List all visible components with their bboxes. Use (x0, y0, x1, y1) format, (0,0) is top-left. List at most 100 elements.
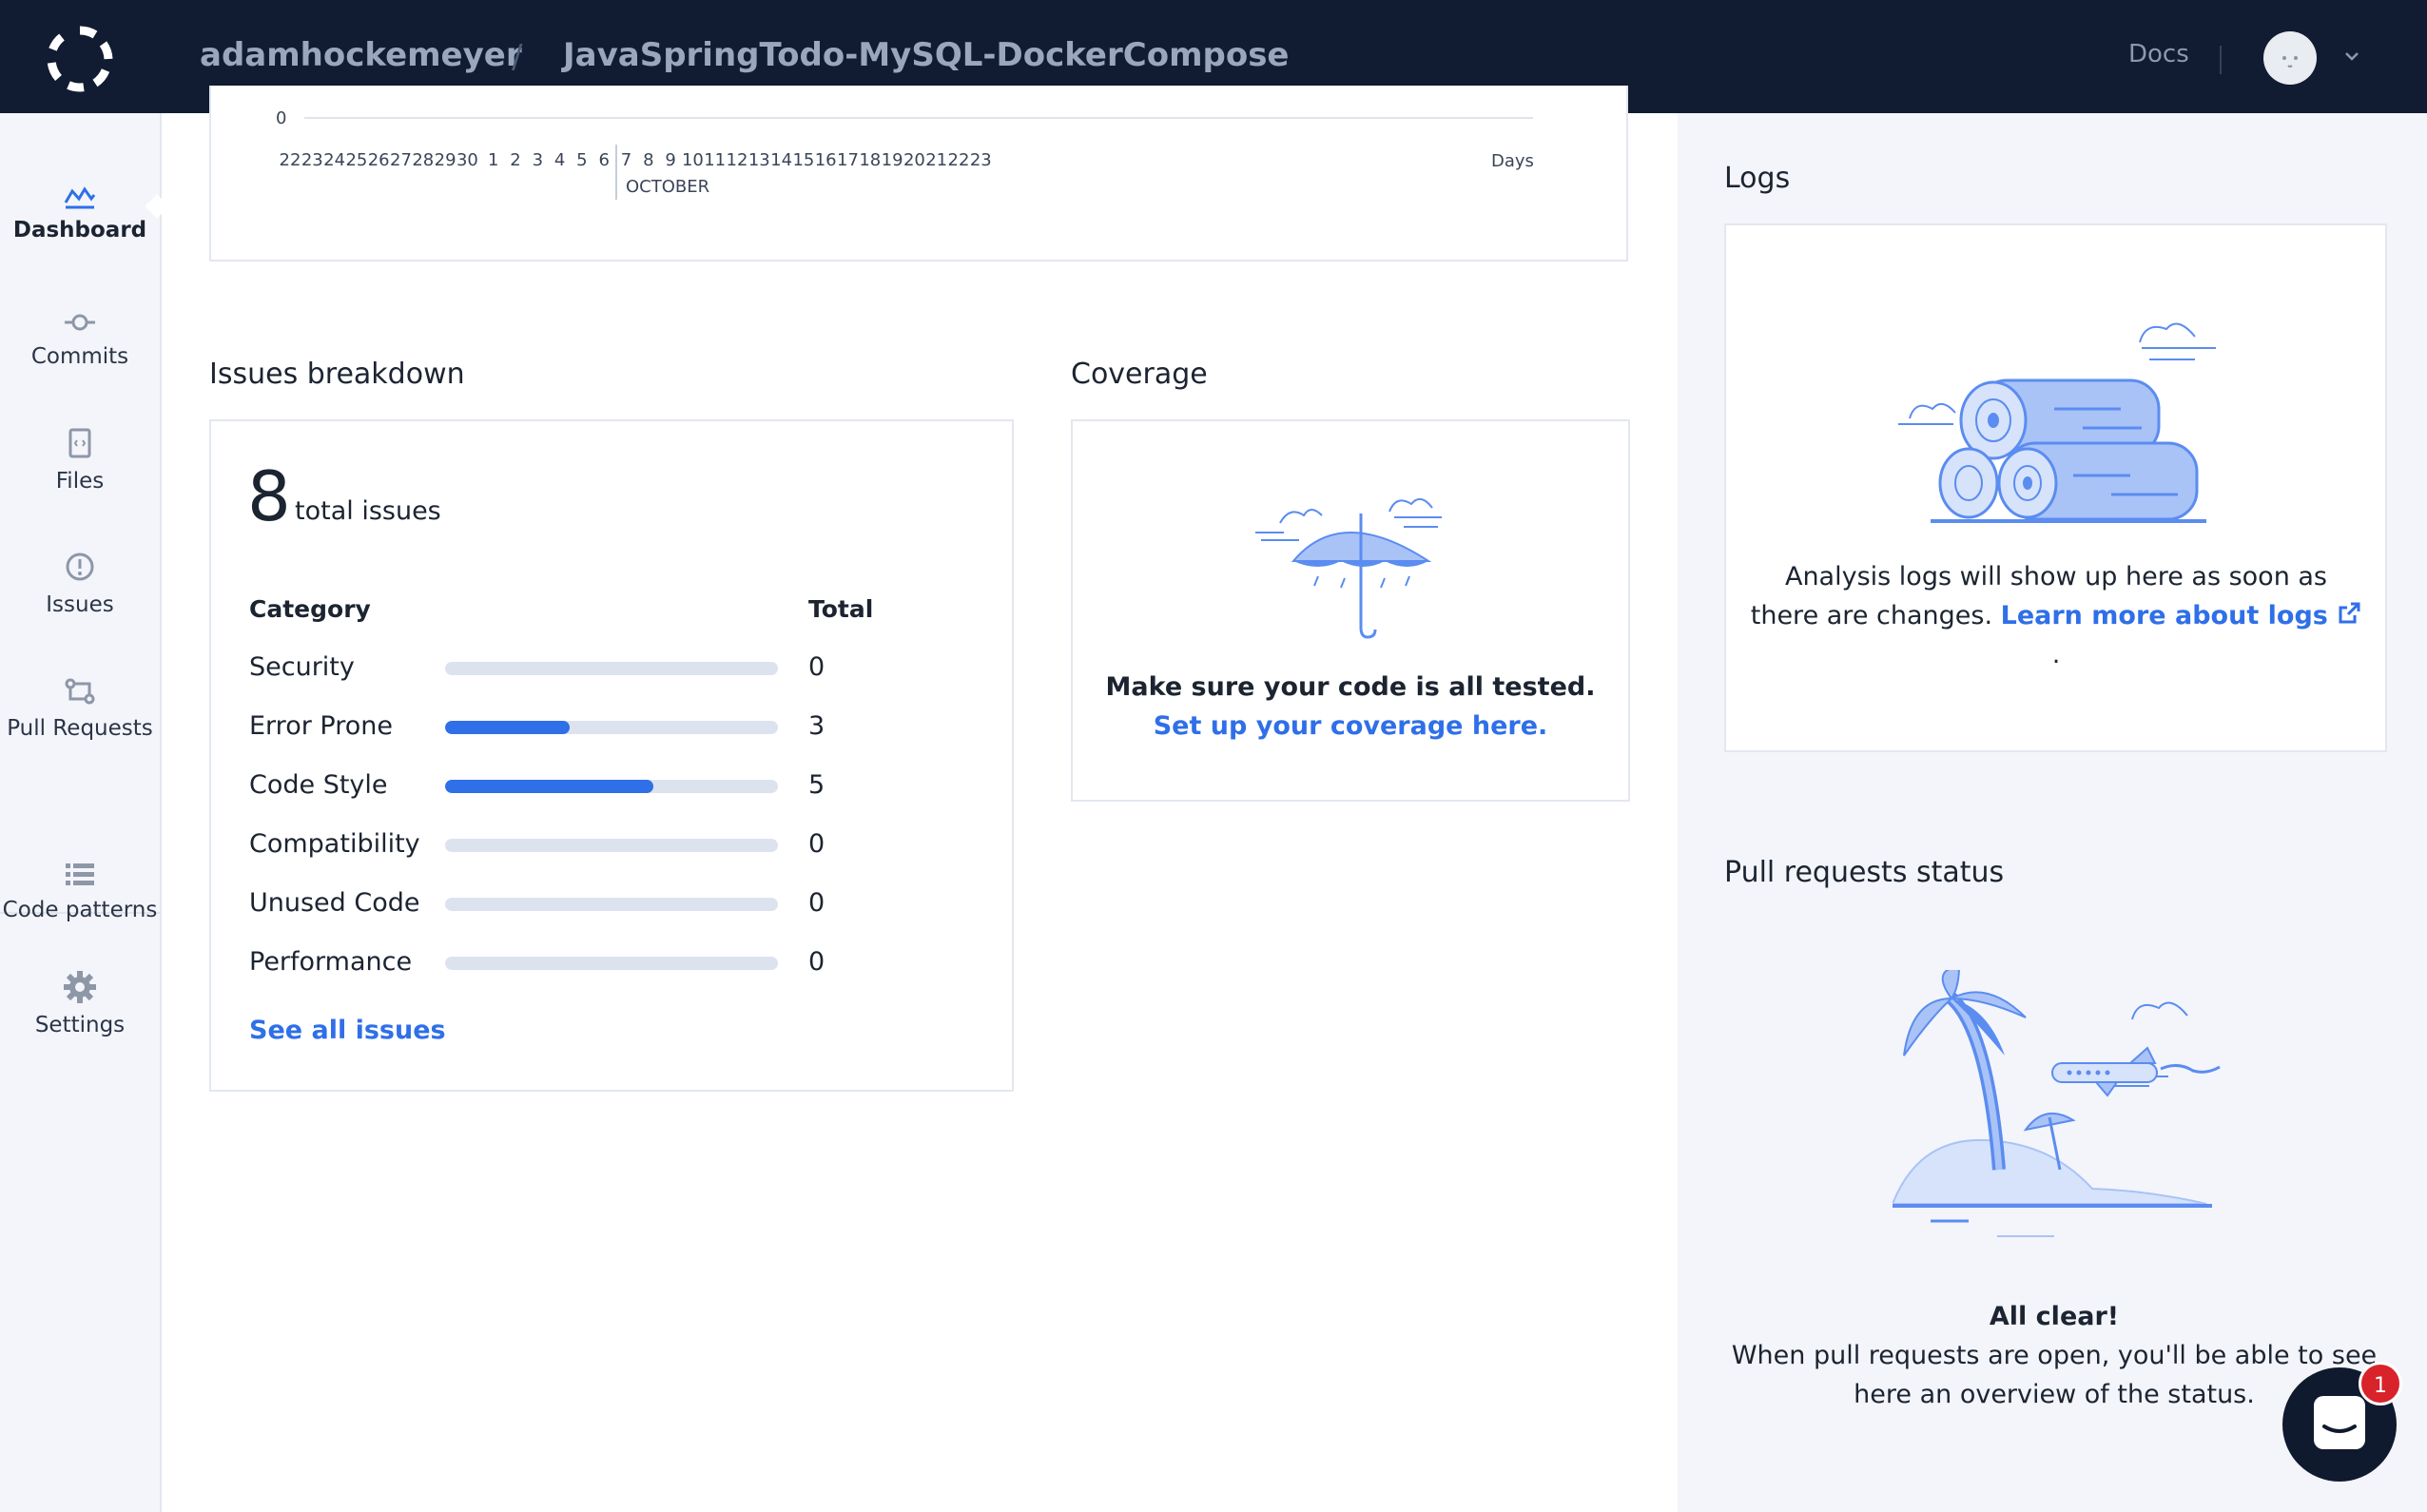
umbrella-icon (1255, 497, 1442, 639)
issue-category-label: Unused Code (249, 888, 420, 918)
issue-total-value: 0 (808, 947, 825, 977)
external-link-icon (2339, 602, 2360, 624)
issue-category-label: Performance (249, 947, 413, 977)
day-tick-label: 18 (859, 150, 881, 170)
day-tick-label: 23 (301, 150, 323, 170)
sidebar-item-pull-requests[interactable]: Pull Requests (0, 674, 160, 741)
sidebar-item-label: Files (55, 469, 105, 494)
pull-requests-section-title: Pull requests status (1724, 856, 2005, 889)
sidebar-item-label: Code patterns (2, 898, 158, 922)
sidebar: Dashboard Commits Files Issues Pull Requ… (0, 113, 162, 1512)
issue-progress-fill (445, 721, 571, 734)
axis-zero-label: 0 (276, 108, 286, 128)
day-tick-label: 9 (665, 150, 675, 170)
day-tick-label: 2 (510, 150, 520, 170)
see-all-issues-link[interactable]: See all issues (249, 1016, 446, 1045)
issue-progress-bar (445, 898, 778, 911)
day-tick-label: 20 (903, 150, 925, 170)
breadcrumb-repo[interactable]: JavaSpringTodo-MySQL-DockerCompose (563, 36, 1290, 74)
sidebar-item-label: Pull Requests (7, 716, 153, 741)
avatar-face-icon (2282, 56, 2298, 68)
total-column-header: Total (808, 595, 874, 623)
coverage-setup-link[interactable]: Set up your coverage here. (1154, 711, 1548, 741)
day-tick-label: 19 (882, 150, 903, 170)
sidebar-item-label: Dashboard (12, 218, 147, 242)
day-tick-label: 3 (533, 150, 543, 170)
day-tick-label: 22 (280, 150, 301, 170)
issue-category-label: Security (249, 652, 355, 682)
chat-notification-badge: 1 (2359, 1362, 2402, 1405)
pull-requests-title: All clear! (1989, 1302, 2120, 1331)
day-tick-label: 30 (456, 150, 478, 170)
day-tick-label: 17 (837, 150, 859, 170)
day-tick-label: 14 (770, 150, 792, 170)
coverage-message-block: Make sure your code is all tested. Set u… (1094, 668, 1607, 746)
pull-requests-message-block: All clear! When pull requests are open, … (1731, 1297, 2378, 1414)
day-tick-label: 13 (748, 150, 770, 170)
issue-progress-bar (445, 957, 778, 970)
logs-trailing-period: . (2051, 640, 2061, 669)
topbar-divider (2220, 46, 2222, 74)
sidebar-item-issues[interactable]: Issues (0, 551, 160, 617)
issue-total-value: 0 (808, 888, 825, 918)
logs-learn-more-link[interactable]: Learn more about logs (2001, 601, 2362, 630)
day-tick-label: 10 (682, 150, 704, 170)
issue-category-label: Error Prone (249, 711, 393, 741)
sidebar-item-commits[interactable]: Commits (0, 308, 160, 369)
day-tick-label: 16 (815, 150, 837, 170)
avatar[interactable] (2263, 31, 2317, 85)
issue-total-value: 5 (808, 770, 825, 800)
issue-category-label: Compatibility (249, 829, 420, 859)
category-column-header: Category (249, 595, 371, 623)
issue-category-label: Code Style (249, 770, 388, 800)
days-label: Days (1491, 151, 1534, 171)
logs-link-label: Learn more about logs (2000, 601, 2328, 630)
activity-chart: 0 22 23 24 25 26 27 28 29 30 1 2 3 4 5 6 7 8 9 10 11 12 13 14 1… (276, 108, 1534, 200)
logs-message-block: Analysis logs will show up here as soon … (1750, 557, 2362, 674)
day-tick-label: 11 (704, 150, 726, 170)
dashboard-icon (64, 186, 96, 209)
day-tick-label: 1 (488, 150, 498, 170)
day-tick-label: 8 (643, 150, 653, 170)
issue-total-value: 0 (808, 652, 825, 682)
issue-progress-bar (445, 839, 778, 852)
sidebar-item-code-patterns[interactable]: Code patterns (0, 860, 160, 922)
commit-icon (65, 314, 95, 331)
issue-progress-bar (445, 780, 778, 793)
day-tick-label: 28 (412, 150, 434, 170)
day-tick-label: 6 (598, 150, 609, 170)
issue-progress-bar (445, 662, 778, 675)
day-tick-label: 23 (970, 150, 992, 170)
day-tick-label: 5 (576, 150, 587, 170)
issues-count: 8 (247, 456, 291, 536)
sidebar-item-settings[interactable]: Settings (0, 969, 160, 1037)
sidebar-item-dashboard[interactable]: Dashboard (0, 182, 160, 242)
list-icon (66, 863, 94, 885)
issue-icon (66, 552, 94, 581)
docs-link[interactable]: Docs (2128, 40, 2189, 68)
issue-progress-bar (445, 721, 778, 734)
day-tick-label: 21 (925, 150, 947, 170)
chevron-down-icon[interactable] (2341, 46, 2362, 67)
issues-section-title: Issues breakdown (209, 358, 465, 391)
issue-total-value: 0 (808, 829, 825, 859)
coverage-message: Make sure your code is all tested. (1105, 672, 1596, 702)
day-tick-label: 22 (948, 150, 970, 170)
breadcrumb-owner[interactable]: adamhockemeyer (200, 36, 522, 74)
issue-progress-fill (445, 780, 653, 793)
sidebar-item-files[interactable]: Files (0, 427, 160, 494)
island-illustration-icon (1893, 970, 2221, 1237)
month-label: OCTOBER (626, 177, 709, 197)
gear-icon (64, 971, 96, 1003)
logs-illustration-icon (1898, 322, 2216, 523)
day-tick-label: 7 (621, 150, 631, 170)
issues-count-label: total issues (295, 496, 441, 526)
file-icon (68, 428, 91, 458)
logo-icon[interactable] (46, 25, 114, 93)
day-tick-label: 29 (435, 150, 456, 170)
coverage-section-title: Coverage (1071, 358, 1208, 391)
day-tick-label: 27 (390, 150, 412, 170)
day-tick-label: 12 (727, 150, 748, 170)
day-tick-label: 26 (368, 150, 390, 170)
logs-section-title: Logs (1724, 162, 1791, 195)
